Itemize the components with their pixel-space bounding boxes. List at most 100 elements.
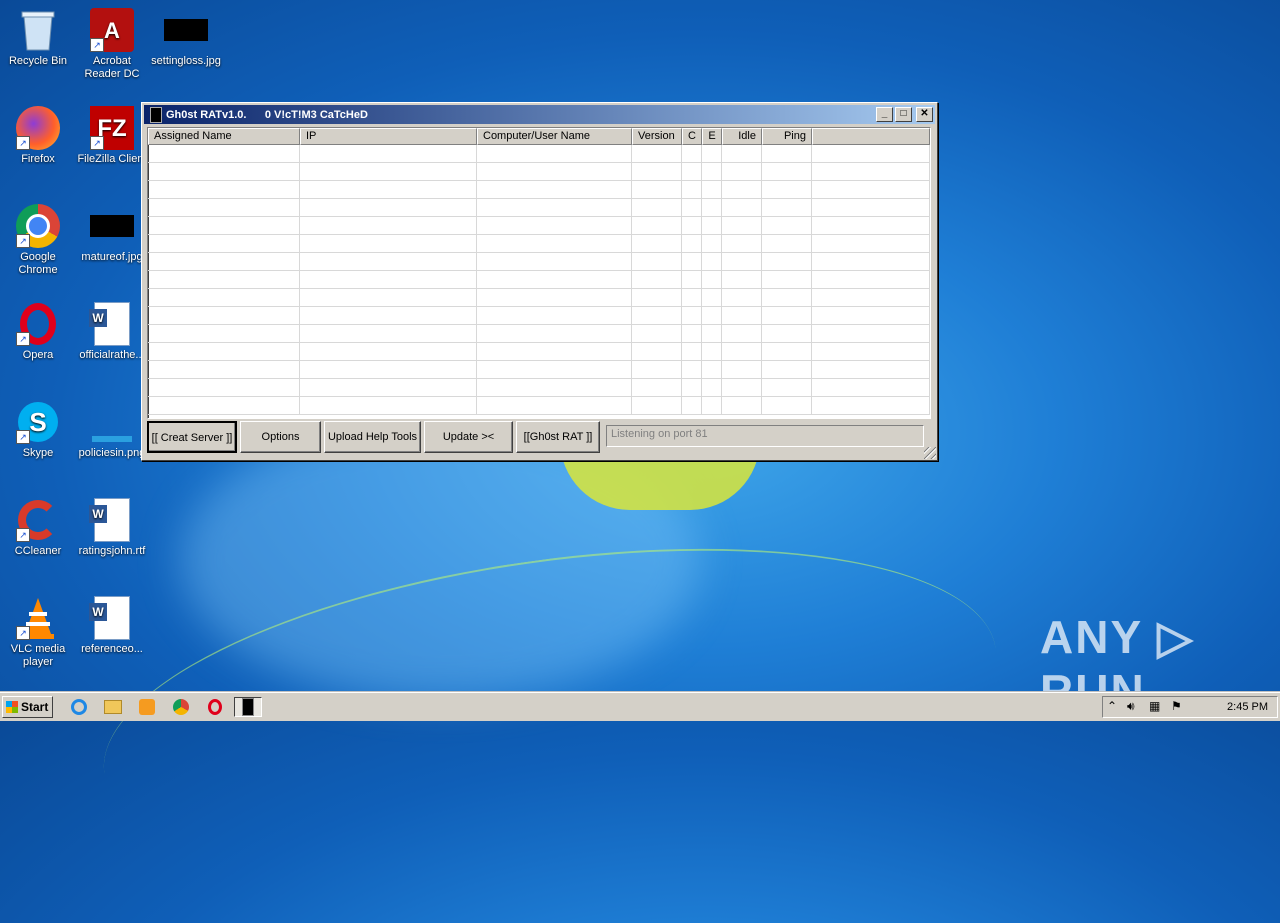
start-label: Start [21, 700, 49, 714]
empty-cell [148, 343, 300, 360]
empty-cell [148, 397, 300, 414]
empty-cell [300, 361, 477, 378]
empty-list-row [148, 325, 930, 343]
empty-cell [632, 145, 682, 162]
empty-cell [682, 379, 702, 396]
action-center-flag-icon[interactable]: ⚑ [1171, 699, 1182, 713]
empty-cell [702, 343, 722, 360]
options-button[interactable]: Options [240, 421, 321, 453]
empty-cell [477, 199, 632, 216]
empty-cell [812, 181, 930, 198]
internet-explorer-icon[interactable] [68, 697, 90, 717]
image-file-icon [90, 400, 134, 444]
desktop-icon-chrome[interactable]: ↗ Google Chrome [0, 204, 76, 277]
empty-cell [702, 379, 722, 396]
media-player-icon[interactable] [136, 697, 158, 717]
close-button[interactable]: ✕ [916, 107, 933, 122]
empty-cell [300, 181, 477, 198]
resize-grip-icon[interactable] [924, 447, 936, 459]
desktop-icon-filezilla[interactable]: FZ ↗ FileZilla Client [74, 106, 150, 166]
show-hidden-icons-icon[interactable]: ⌃ [1107, 699, 1117, 713]
desktop-icon-skype[interactable]: S ↗ Skype [0, 400, 76, 460]
desktop-icon-matureof[interactable]: matureof.jpg [74, 204, 150, 264]
chrome-taskbar-icon[interactable] [170, 697, 192, 717]
desktop-icon-ccleaner[interactable]: ↗ CCleaner [0, 498, 76, 558]
recycle-bin-icon [16, 8, 60, 52]
column-header-ip[interactable]: IP [300, 128, 477, 145]
empty-cell [682, 289, 702, 306]
desktop-icon-officialrathe[interactable]: W officialrathe... [74, 302, 150, 362]
empty-cell [702, 325, 722, 342]
empty-cell [812, 343, 930, 360]
empty-cell [812, 235, 930, 252]
empty-cell [632, 181, 682, 198]
start-button[interactable]: Start [2, 696, 53, 718]
desktop-icon-ratingsjohn[interactable]: W ratingsjohn.rtf [74, 498, 150, 558]
desktop-icon-label: settingloss.jpg [151, 55, 221, 67]
word-document-icon: W [89, 498, 134, 542]
victims-list[interactable]: Assigned Name IP Computer/User Name Vers… [147, 127, 931, 419]
empty-cell [722, 199, 762, 216]
empty-cell [300, 235, 477, 252]
maximize-button[interactable]: □ [895, 107, 912, 122]
empty-cell [477, 163, 632, 180]
column-header-version[interactable]: Version [632, 128, 682, 145]
desktop-icon-firefox[interactable]: ↗ Firefox [0, 106, 76, 166]
empty-cell [300, 325, 477, 342]
column-header-idle[interactable]: Idle [722, 128, 762, 145]
empty-cell [300, 397, 477, 414]
desktop-icon-opera[interactable]: ↗ Opera [0, 302, 76, 362]
empty-cell [722, 235, 762, 252]
window-titlebar[interactable]: Gh0st RATv1.0. 0 V!cT!M3 CaTcHeD _ □ ✕ [144, 105, 935, 124]
shortcut-arrow-icon: ↗ [90, 136, 104, 150]
opera-taskbar-icon[interactable] [204, 697, 226, 717]
app-icon [150, 106, 162, 123]
ghost-rat-taskbar-button[interactable] [234, 697, 262, 717]
file-explorer-icon[interactable] [102, 697, 124, 717]
empty-cell [682, 253, 702, 270]
network-icon[interactable]: ▦ [1149, 699, 1160, 713]
volume-icon[interactable]: 🔊︎ [1127, 699, 1135, 714]
empty-cell [762, 271, 812, 288]
empty-cell [148, 253, 300, 270]
desktop-icon-policiesin[interactable]: policiesin.png [74, 400, 150, 460]
desktop-icon-acrobat[interactable]: A ↗ Acrobat Reader DC [74, 8, 150, 81]
desktop-icon-vlc[interactable]: ↗ VLC media player [0, 596, 76, 669]
empty-cell [762, 289, 812, 306]
empty-cell [477, 325, 632, 342]
empty-list-row [148, 289, 930, 307]
desktop-icon-referenceo[interactable]: W referenceo... [74, 596, 150, 656]
column-header-c[interactable]: C [682, 128, 702, 145]
status-field: Listening on port 81 [606, 425, 924, 447]
empty-cell [812, 253, 930, 270]
column-header-computer-user[interactable]: Computer/User Name [477, 128, 632, 145]
desktop-icon-recycle-bin[interactable]: Recycle Bin [0, 8, 76, 68]
clock[interactable]: 2:45 PM [1227, 701, 1268, 713]
empty-cell [148, 235, 300, 252]
empty-cell [632, 307, 682, 324]
create-server-button[interactable]: [[ Creat Server ]] [147, 421, 237, 453]
empty-cell [722, 217, 762, 234]
empty-cell [762, 325, 812, 342]
empty-list-row [148, 253, 930, 271]
empty-cell [632, 361, 682, 378]
column-header-ping[interactable]: Ping [762, 128, 812, 145]
desktop-icon-label: referenceo... [81, 643, 143, 655]
desktop-icon-label: matureof.jpg [81, 251, 143, 263]
update-button[interactable]: Update >< [424, 421, 513, 453]
empty-cell [632, 343, 682, 360]
column-header-e[interactable]: E [702, 128, 722, 145]
empty-cell [762, 253, 812, 270]
empty-cell [300, 343, 477, 360]
empty-cell [762, 361, 812, 378]
ghost-rat-button[interactable]: [[Gh0st RAT ]] [516, 421, 600, 453]
empty-cell [762, 235, 812, 252]
upload-help-tools-button[interactable]: Upload Help Tools [324, 421, 421, 453]
column-header-assigned-name[interactable]: Assigned Name [148, 128, 300, 145]
empty-cell [682, 343, 702, 360]
empty-cell [702, 271, 722, 288]
desktop-icon-settingloss[interactable]: settingloss.jpg [148, 8, 224, 68]
minimize-button[interactable]: _ [876, 107, 893, 122]
empty-cell [682, 163, 702, 180]
list-header: Assigned Name IP Computer/User Name Vers… [148, 128, 930, 145]
